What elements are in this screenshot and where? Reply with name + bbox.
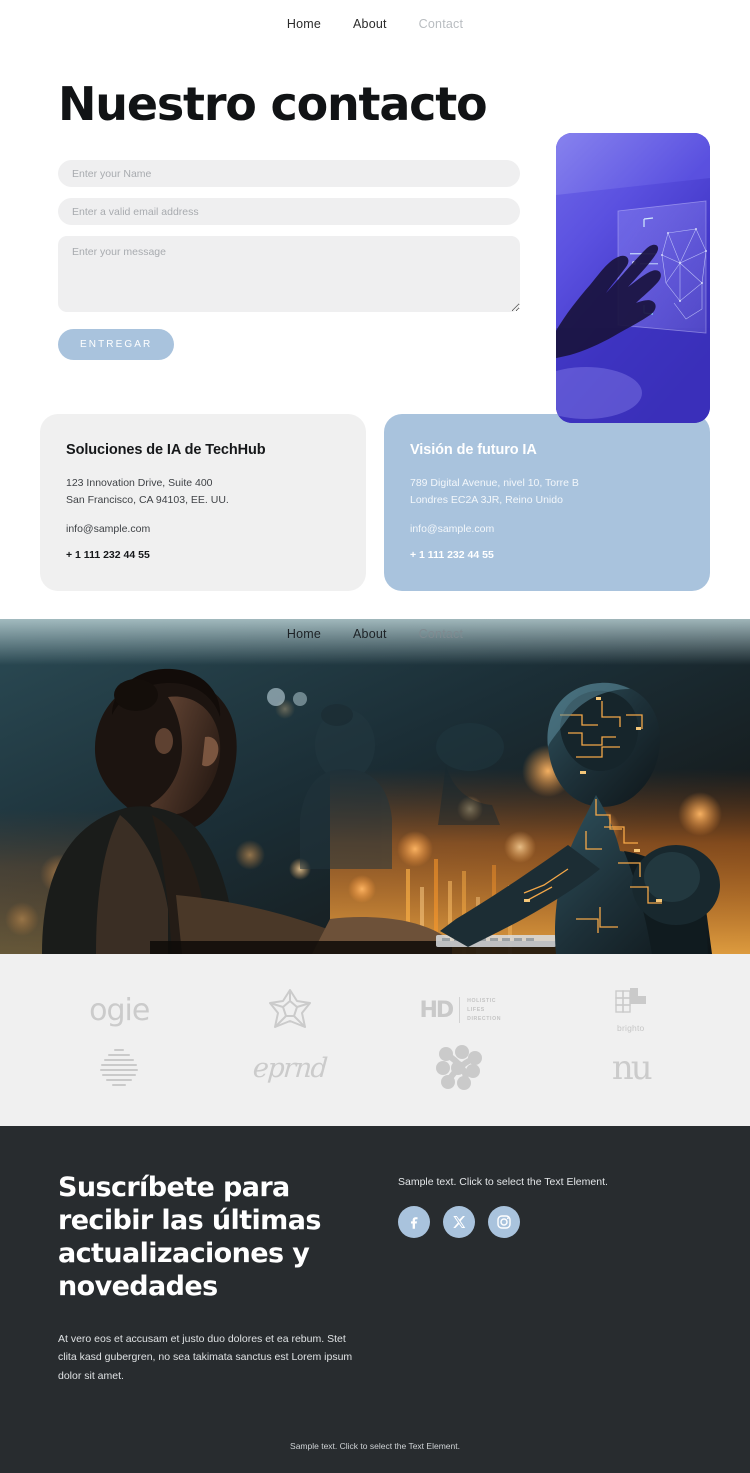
logo-holistic-lifes-direction: HD HOLISTIC LIFES DIRECTION [375,982,546,1038]
nu-wordmark: nu [611,1048,653,1089]
message-textarea[interactable] [58,236,520,313]
facebook-link[interactable] [398,1206,430,1239]
contact-cards: Soluciones de IA de TechHub 123 Innovati… [0,406,750,620]
partner-logo-strip: ogie HD HOLISTIC LIFES DIRECTION brighto… [0,954,750,1127]
hd-monogram: HD [419,997,454,1023]
footer-right-column: Sample text. Click to select the Text El… [398,1172,692,1385]
logo-eprnd: eprnd [205,1040,376,1096]
card-title: Soluciones de IA de TechHub [66,442,266,459]
card-title: Visión de futuro IA [410,442,537,459]
footer-body-text: At vero eos et accusam et justo duo dolo… [58,1333,353,1382]
submit-button[interactable]: ENTREGAR [58,329,175,361]
name-input[interactable] [58,160,520,188]
footer-heading: Suscríbete para recibir las últimas actu… [58,1172,321,1303]
nav-item-about[interactable]: About [353,17,387,31]
x-twitter-link[interactable] [443,1206,475,1239]
contact-card-techhub: Soluciones de IA de TechHub 123 Innovati… [40,414,366,592]
logo-striped-sphere [34,1040,205,1096]
card-address-line-2: San Francisco, CA 94103, EE. UU. [66,494,229,507]
hd-wordmark: HOLISTIC LIFES DIRECTION [467,997,501,1024]
eprnd-wordmark: eprnd [251,1052,328,1084]
site-footer: Suscríbete para recibir las últimas actu… [0,1126,750,1473]
nav-item-home[interactable]: Home [287,17,321,31]
dot-swirl-icon [436,1045,483,1091]
banner-navigation: Home About Contact [0,619,750,649]
card-address-line-2: Londres EC2A 3JR, Reino Unido [410,494,563,507]
x-twitter-icon [453,1216,466,1229]
instagram-icon [497,1215,511,1230]
nav-item-contact[interactable]: Contact [419,17,463,31]
contact-section: Nuestro contacto ENTREGAR [0,48,750,423]
striped-sphere-icon [100,1049,139,1087]
banner-nav-item-contact[interactable]: Contact [419,627,463,641]
footer-sample-text: Sample text. Click to select the Text El… [398,1176,608,1189]
hd-divider [459,997,461,1024]
flower-star-icon [268,989,311,1029]
banner-nav-item-about[interactable]: About [353,627,387,641]
card-address-line-1: 123 Innovation Drive, Suite 400 [66,477,213,490]
logo-nu: nu [546,1040,717,1096]
hd-word-line-2: LIFES [467,1006,485,1013]
footer-left-column: Suscríbete para recibir las últimas actu… [58,1172,358,1385]
hd-word-line-3: DIRECTION [467,1015,502,1022]
logo-brighto: brighto [546,982,717,1038]
card-email[interactable]: info@sample.com [66,523,340,535]
card-address-line-1: 789 Digital Avenue, nivel 10, Torre B [410,477,579,490]
brighto-wordmark: brighto [617,1023,645,1034]
logo-flower-star [205,982,376,1038]
contact-form: ENTREGAR [58,160,520,361]
contact-card-vision: Visión de futuro IA 789 Digital Avenue, … [384,414,710,592]
hero-banner: Home About Contact [0,619,750,955]
social-links [398,1206,692,1239]
banner-nav-item-home[interactable]: Home [287,627,321,641]
card-email[interactable]: info@sample.com [410,523,684,535]
footer-bottom-text: Sample text. Click to select the Text El… [290,1441,460,1452]
hd-word-line-1: HOLISTIC [467,998,497,1005]
brighto-blocks-icon [615,988,646,1013]
instagram-link[interactable] [488,1206,520,1239]
logo-dot-swirl [375,1040,546,1096]
email-input[interactable] [58,198,520,226]
page-title: Nuestro contacto [58,77,488,131]
logo-ogie: ogie [34,982,205,1038]
touchscreen-photo [556,133,710,423]
facebook-icon [411,1217,418,1230]
logo-ogie-wordmark: ogie [89,992,150,1028]
card-phone[interactable]: + 1 111 232 44 55 [410,549,684,561]
primary-navigation: Home About Contact [0,0,750,48]
card-phone[interactable]: + 1 111 232 44 55 [66,549,340,561]
